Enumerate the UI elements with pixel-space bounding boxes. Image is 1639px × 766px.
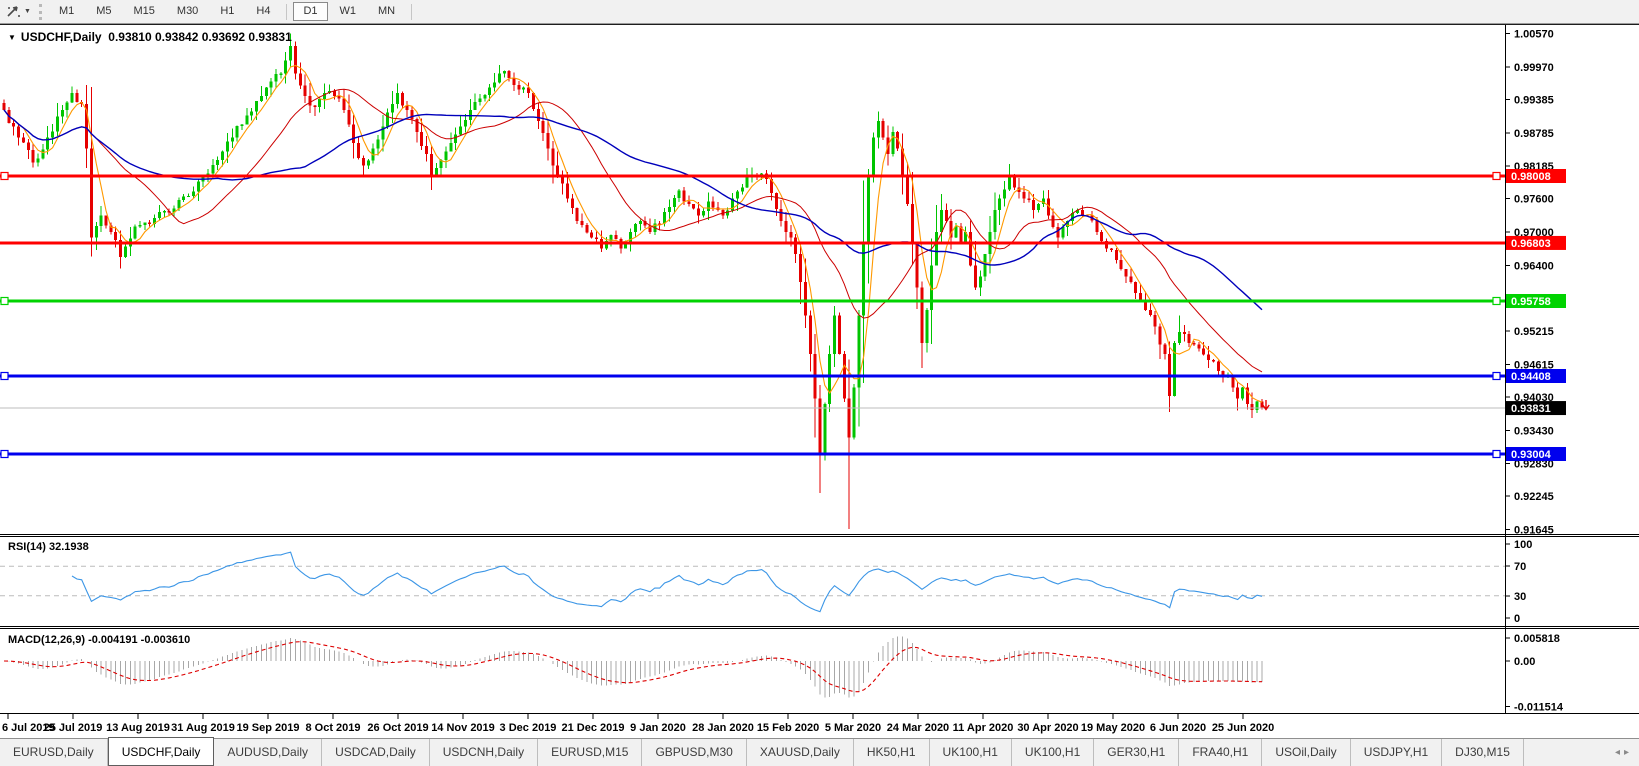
date-tick-label: 31 Aug 2019 [171,722,235,734]
rsi-tick-label: 100 [1514,539,1532,551]
symbol-tab-uk100-h1[interactable]: UK100,H1 [930,739,1012,766]
symbol-tab-gbpusd-m30[interactable]: GBPUSD,M30 [642,739,747,766]
hline-anchor[interactable] [1492,449,1501,459]
symbol-tabbar: EURUSD,Daily USDCHF,Daily AUDUSD,Daily USDC… [0,737,1639,766]
chart-canvas[interactable]: 1.005700.999700.993850.987850.981850.976… [0,25,1639,739]
date-tick-label: 26 Oct 2019 [367,722,428,734]
ma-line-20 [3,88,1263,373]
price-badge-label: 0.93831 [1511,403,1551,415]
chart-cursor-icon[interactable]: ▼ [2,2,35,22]
price-tick-label: 0.97600 [1514,194,1554,206]
toolbar-grip[interactable] [38,3,42,20]
toolbar-separator [286,3,288,20]
timeframe-button-m30[interactable]: M30 [167,2,208,21]
tabs-scroll-right-icon[interactable]: ▸ [1624,747,1633,758]
date-tick-label: 25 Jun 2020 [1212,722,1274,734]
ma-line-45 [3,109,1263,311]
rsi-line [71,551,1263,613]
hline-anchor[interactable] [0,296,9,306]
tabs-scroll-left-icon[interactable]: ◂ [1615,747,1624,758]
date-tick-label: 13 Aug 2019 [106,722,170,734]
date-tick-label: 3 Dec 2019 [500,722,557,734]
timeframe-button-h4[interactable]: H4 [246,2,280,21]
timeframe-button-m1[interactable]: M1 [49,2,84,21]
symbol-tab-dj30-m15[interactable]: DJ30,M15 [1442,739,1524,766]
rsi-tick-label: 30 [1514,591,1526,603]
macd-tick-label: 0.005818 [1514,633,1560,645]
date-tick-label: 19 May 2020 [1081,722,1145,734]
symbol-tab-usdcnh-daily[interactable]: USDCNH,Daily [430,739,539,766]
symbol-tab-usdchf-daily[interactable]: USDCHF,Daily [107,737,215,766]
timeframe-button-d1[interactable]: D1 [293,2,328,21]
toolbar-separator [411,3,413,20]
price-tick-label: 0.92245 [1514,491,1554,503]
hline-anchor[interactable] [0,371,9,381]
rsi-tick-label: 70 [1514,561,1526,573]
date-tick-label: 14 Nov 2019 [431,722,495,734]
symbol-tab-uk100-h1[interactable]: UK100,H1 [1012,739,1095,766]
chart-cursor-glyph [7,5,20,17]
price-badge-label: 0.93004 [1511,449,1552,461]
hline-anchor[interactable] [1492,171,1501,181]
macd-tick-label: -0.011514 [1514,702,1564,714]
date-tick-label: 19 Sep 2019 [237,722,300,734]
macd-tick-label: 0.00 [1514,656,1535,668]
rsi-tick-label: 0 [1514,613,1520,625]
price-badge-label: 0.94408 [1511,371,1551,383]
hline-anchor[interactable] [0,171,9,181]
date-tick-label: 15 Feb 2020 [757,722,819,734]
date-tick-label: 21 Dec 2019 [562,722,625,734]
chart-window: ▼ USDCHF,Daily 0.93810 0.93842 0.93692 0.… [0,24,1639,738]
symbol-tab-eurusd-daily[interactable]: EURUSD,Daily [0,739,108,766]
price-tick-label: 0.99385 [1514,95,1554,107]
macd-signal-line [3,641,1262,693]
date-tick-label: 9 Jan 2020 [630,722,686,734]
symbol-tab-usdcad-daily[interactable]: USDCAD,Daily [322,739,430,766]
chevron-down-icon: ▼ [24,8,31,15]
timeframe-button-mn[interactable]: MN [368,2,405,21]
date-tick-label: 5 Mar 2020 [825,722,881,734]
symbol-tab-audusd-daily[interactable]: AUDUSD,Daily [214,739,323,766]
date-tick-label: 8 Oct 2019 [305,722,360,734]
price-tick-label: 0.98785 [1514,128,1554,140]
price-badge-label: 0.95758 [1511,296,1551,308]
symbol-tab-ger30-h1[interactable]: GER30,H1 [1094,739,1180,766]
symbol-tab-usdjpy-h1[interactable]: USDJPY,H1 [1351,739,1443,766]
date-tick-label: 28 Jan 2020 [692,722,754,734]
symbol-tab-usoil-daily[interactable]: USOil,Daily [1262,739,1351,766]
price-tick-label: 0.93430 [1514,425,1554,437]
price-tick-label: 0.91645 [1514,525,1554,537]
date-tick-label: 6 Jun 2020 [1150,722,1206,734]
hline-anchor[interactable] [1492,296,1501,306]
price-badge-label: 0.96803 [1511,238,1551,250]
date-tick-label: 25 Jul 2019 [44,722,103,734]
date-tick-label: 30 Apr 2020 [1017,722,1078,734]
timeframe-button-m15[interactable]: M15 [124,2,165,21]
price-tick-label: 0.95215 [1514,326,1554,338]
symbol-tab-hk50-h1[interactable]: HK50,H1 [854,739,930,766]
timeframe-button-w1[interactable]: W1 [330,2,367,21]
price-badge-label: 0.98008 [1511,171,1551,183]
symbol-tab-fra40-h1[interactable]: FRA40,H1 [1179,739,1263,766]
date-tick-label: 24 Mar 2020 [887,722,949,734]
price-tick-label: 0.99970 [1514,62,1554,74]
ma-line-5 [3,64,1263,403]
hline-anchor[interactable] [1492,371,1501,381]
price-tick-label: 1.00570 [1514,29,1554,41]
macd-histogram [8,636,1263,698]
timeframe-button-h1[interactable]: H1 [210,2,244,21]
price-tick-label: 0.96400 [1514,260,1554,272]
symbol-tab-eurusd-m15[interactable]: EURUSD,M15 [538,739,643,766]
symbol-tab-xauusd-daily[interactable]: XAUUSD,Daily [747,739,854,766]
timeframe-toolbar: ▼ M1 M5 M15 M30 H1 H4 D1 W1 MN [0,0,1639,24]
timeframe-button-m5[interactable]: M5 [86,2,121,21]
hline-anchor[interactable] [0,449,9,459]
date-tick-label: 11 Apr 2020 [953,722,1014,734]
